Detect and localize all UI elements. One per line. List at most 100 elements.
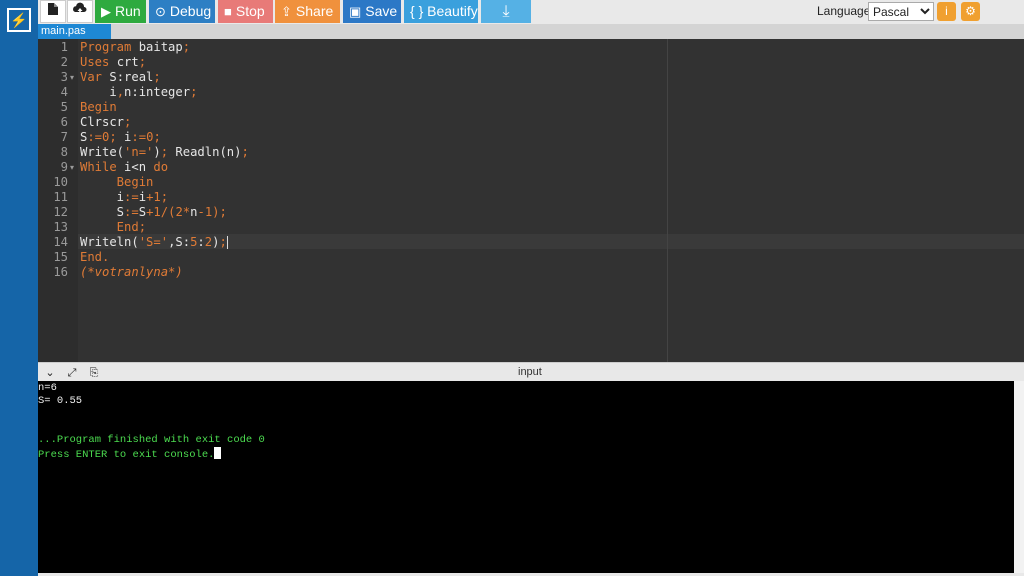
fold-arrow-icon[interactable]: ▾: [70, 70, 74, 85]
code-token: ;: [138, 55, 147, 69]
code-token: i: [138, 190, 147, 204]
code-line: (*votranlyna*): [80, 265, 183, 280]
console-line: n=6: [38, 382, 57, 395]
copy-output-icon[interactable]: ⎘: [86, 366, 102, 380]
line-number: 6: [60, 115, 68, 129]
code-token: S:real: [102, 70, 154, 84]
expand-console-icon[interactable]: ⤢: [64, 366, 80, 380]
code-token: ;: [160, 145, 169, 159]
code-editor[interactable]: 1 Program baitap; 2 Uses crt; 3 ▾ Var S:real; 4…: [38, 39, 1024, 362]
line-number: 7: [60, 130, 68, 144]
console-line: S= 0.55: [38, 395, 82, 408]
code-token: ;: [109, 130, 117, 144]
debug-button[interactable]: ⊙ Debug: [149, 0, 215, 23]
line-number: 2: [60, 55, 68, 69]
code-token: Program: [80, 40, 132, 54]
stop-button[interactable]: ■ Stop: [218, 0, 273, 23]
code-token: 1: [153, 190, 161, 204]
language-select[interactable]: Pascal: [868, 2, 934, 21]
share-icon: ⇪: [281, 4, 292, 19]
stop-icon: ■: [224, 4, 232, 19]
print-margin: [667, 39, 668, 362]
line-number: 4: [60, 85, 68, 99]
code-token: End;: [80, 220, 147, 234]
lightning-logo-icon[interactable]: ⚡: [7, 8, 31, 32]
run-label: Run: [115, 3, 141, 19]
code-token: :: [197, 235, 205, 249]
settings-button[interactable]: ⚙: [961, 2, 980, 21]
debug-icon: ⊙: [155, 4, 166, 19]
line-number: 10: [53, 175, 68, 189]
code-token: baitap: [131, 40, 183, 54]
download-button[interactable]: ⤓: [481, 0, 531, 23]
collapse-console-icon[interactable]: ⌄: [42, 366, 58, 380]
code-token: ,S:: [168, 235, 191, 249]
code-line: Clrscr;: [80, 115, 131, 130]
console-output[interactable]: n=6 S= 0.55 ...Program finished with exit …: [38, 381, 1014, 573]
code-line: End;: [80, 220, 146, 235]
line-number: 5: [60, 100, 68, 114]
code-token: n:integer: [124, 85, 191, 99]
code-line: S:=0; i:=0;: [80, 130, 161, 145]
code-token: (*votranlyna*): [80, 265, 183, 279]
code-token: ;: [219, 235, 227, 249]
left-sidebar: ⚡: [0, 0, 38, 576]
console-line: Press ENTER to exit console.: [38, 447, 222, 462]
fold-arrow-icon[interactable]: ▾: [70, 160, 74, 175]
run-button[interactable]: ▶ Run: [95, 0, 146, 23]
beautify-label: { } Beautify: [410, 3, 478, 19]
share-button[interactable]: ⇪ Share: [275, 0, 340, 23]
code-token: S: [138, 205, 147, 219]
code-line: Write('n='); Readln(n);: [80, 145, 249, 160]
code-token: 'S=': [138, 235, 169, 249]
code-token: Begin: [80, 175, 154, 189]
code-token: crt: [109, 55, 139, 69]
code-token: :=: [124, 190, 139, 204]
share-label: Share: [295, 3, 334, 19]
code-token: S: [80, 205, 125, 219]
code-token: ;: [153, 130, 161, 144]
code-token: ,: [116, 85, 125, 99]
download-icon: ⤓: [502, 3, 510, 20]
code-token: ;: [124, 115, 132, 129]
code-token: ;: [241, 145, 249, 159]
beautify-button[interactable]: { } Beautify: [404, 0, 478, 23]
code-token: :=: [131, 130, 147, 144]
line-number: 8: [60, 145, 68, 159]
upload-icon[interactable]: [67, 0, 93, 23]
new-file-icon[interactable]: [40, 0, 66, 23]
code-token: ;: [160, 190, 169, 204]
line-number: 16: [53, 265, 68, 279]
debug-label: Debug: [169, 3, 212, 19]
play-icon: ▶: [101, 4, 111, 19]
code-token: :=: [87, 130, 103, 144]
save-icon: ▣: [349, 4, 362, 19]
code-line: Begin: [80, 100, 117, 115]
code-token: Uses: [80, 55, 110, 69]
save-button[interactable]: ▣ Save: [343, 0, 401, 23]
console-header: ⌄ ⤢ ⎘ input: [38, 362, 1024, 381]
code-token: );: [212, 205, 227, 219]
toolbar: ▶ Run ⊙ Debug ■ Stop ⇪ Share ▣ Save { } Beaut…: [38, 0, 1024, 24]
text-cursor: [226, 236, 228, 249]
code-line: Uses crt;: [80, 55, 146, 70]
console-scrollbar[interactable]: [1014, 381, 1024, 573]
console-line-text: n=6: [38, 382, 57, 394]
code-line: While i<n do: [80, 160, 168, 175]
code-token: Readln(n): [168, 145, 242, 159]
code-token: While: [80, 160, 117, 174]
code-token: i: [80, 190, 125, 204]
code-token: ;: [153, 70, 161, 84]
line-number: 15: [53, 250, 68, 264]
save-label: Save: [365, 3, 398, 19]
code-line: S:=S+1/(2*n-1);: [80, 205, 227, 220]
info-button[interactable]: i: [937, 2, 956, 21]
code-token: Write(: [80, 145, 125, 159]
language-label: Language: [817, 4, 871, 18]
tab-main-pas[interactable]: main.pas: [38, 24, 111, 39]
code-token: ;: [190, 85, 198, 99]
code-token: 1: [153, 205, 161, 219]
code-line: Writeln('S=',S:5:2);: [80, 235, 228, 250]
code-token: Var: [80, 70, 103, 84]
code-token: 2: [175, 205, 183, 219]
